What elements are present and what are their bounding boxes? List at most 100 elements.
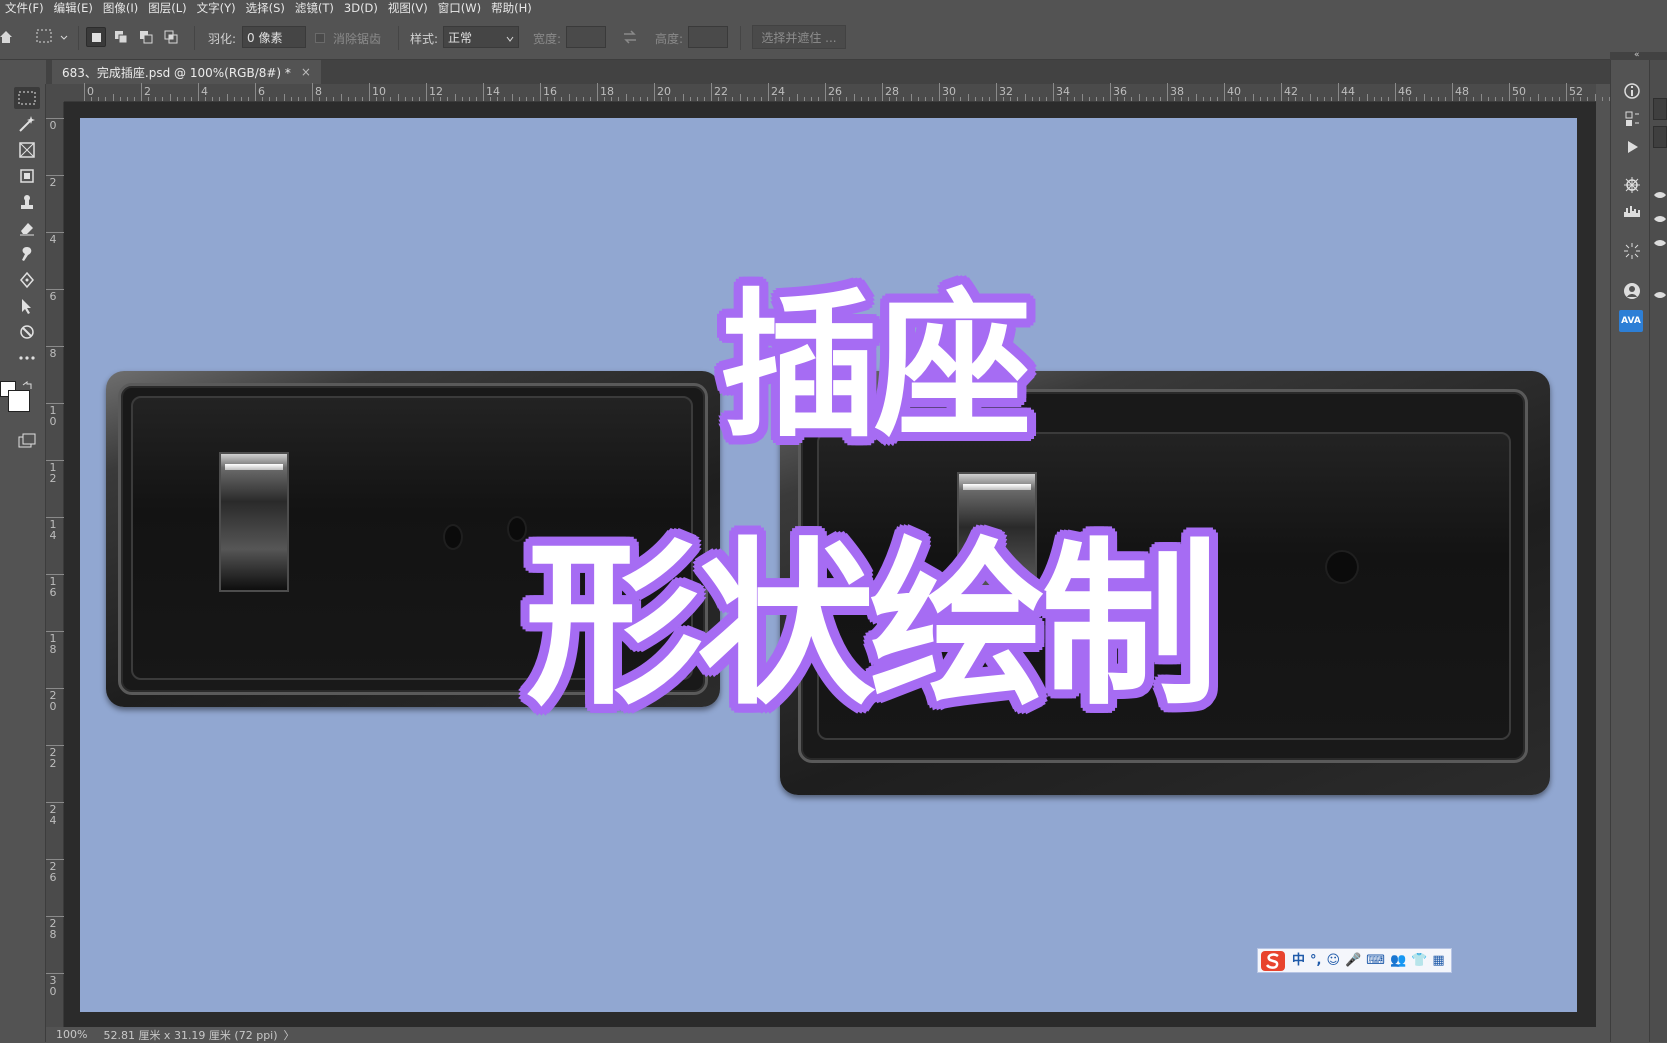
eye-icon[interactable] bbox=[1654, 288, 1666, 302]
horizontal-ruler: 0 2 4 6 8 10 12 14 16 18 20 22 24 26 28 30 32 34 36 38 40 42 4… bbox=[64, 83, 1617, 102]
status-arrow-icon[interactable]: 〉 bbox=[284, 1027, 295, 1043]
play-actions-icon[interactable] bbox=[1621, 136, 1643, 158]
info-icon[interactable] bbox=[1621, 80, 1643, 102]
ruler-minor-tick bbox=[1537, 94, 1539, 101]
feather-input[interactable]: 0 像素 bbox=[242, 26, 306, 48]
magic-wand-tool-icon[interactable] bbox=[14, 113, 40, 135]
ruler-minor-tick bbox=[611, 97, 613, 101]
keyboard-icon[interactable]: ⌨ bbox=[1366, 953, 1385, 968]
ruler-minor-tick bbox=[126, 97, 128, 101]
marquee-preset-icon[interactable] bbox=[35, 28, 71, 49]
ruler-tick bbox=[711, 83, 712, 101]
ruler-minor-tick bbox=[703, 97, 705, 101]
ruler-label: 30 bbox=[49, 974, 57, 998]
width-input[interactable] bbox=[566, 26, 606, 48]
ime-chinese-mode[interactable]: 中 bbox=[1292, 953, 1305, 968]
rectangular-marquee-tool-icon[interactable] bbox=[14, 87, 40, 109]
ruler-tick bbox=[540, 83, 541, 101]
smudge-tool-icon[interactable] bbox=[14, 243, 40, 265]
ruler-minor-tick bbox=[233, 97, 235, 101]
menu-layer[interactable]: 图层(L) bbox=[143, 0, 191, 16]
eraser-tool-icon[interactable] bbox=[14, 217, 40, 239]
navigator-icon[interactable] bbox=[1621, 174, 1643, 196]
document-tab-title: 683、完成插座.psd @ 100%(RGB/8#) * bbox=[62, 65, 291, 80]
ime-punctuation[interactable]: °, bbox=[1310, 953, 1321, 968]
document-canvas[interactable]: 插座 形状绘制 中 °, ☺ 🎤 ⌨ 👥 👕 ▦ bbox=[80, 118, 1577, 1012]
ruler-minor-tick bbox=[1131, 97, 1133, 101]
ruler-minor-tick bbox=[511, 94, 513, 101]
menu-help[interactable]: 帮助(H) bbox=[486, 0, 537, 16]
swap-icon[interactable] bbox=[622, 30, 638, 47]
subtract-selection-button[interactable] bbox=[136, 27, 156, 47]
menu-edit[interactable]: 编辑(E) bbox=[49, 0, 98, 16]
antialias-checkbox[interactable] bbox=[315, 33, 325, 43]
height-input[interactable] bbox=[688, 26, 728, 48]
rotate-view-tool-icon[interactable] bbox=[14, 321, 40, 343]
eye-icon[interactable] bbox=[1654, 236, 1666, 250]
screen-mode-icon[interactable] bbox=[14, 430, 40, 452]
add-selection-button[interactable] bbox=[111, 27, 131, 47]
pen-tool-icon[interactable] bbox=[14, 269, 40, 291]
microphone-icon[interactable]: 🎤 bbox=[1345, 953, 1361, 968]
home-icon[interactable] bbox=[0, 29, 12, 48]
ruler-minor-tick bbox=[1580, 97, 1582, 101]
ruler-minor-tick bbox=[832, 97, 834, 101]
style-select[interactable]: 正常 bbox=[443, 26, 519, 48]
menu-3d[interactable]: 3D(D) bbox=[339, 0, 383, 16]
ruler-minor-tick bbox=[896, 97, 898, 101]
ime-toolbar[interactable]: 中 °, ☺ 🎤 ⌨ 👥 👕 ▦ bbox=[1257, 948, 1452, 973]
collapse-panels-icon[interactable]: « bbox=[1634, 50, 1640, 60]
panels-edge bbox=[1650, 60, 1667, 1042]
ruler-minor-tick bbox=[1437, 97, 1439, 101]
ruler-minor-tick bbox=[618, 97, 620, 101]
ava-plugin-icon[interactable]: AVA bbox=[1619, 310, 1643, 332]
ruler-tick bbox=[46, 517, 64, 518]
ruler-minor-tick bbox=[1487, 97, 1489, 101]
menu-select[interactable]: 选择(S) bbox=[241, 0, 290, 16]
select-and-mask-button[interactable]: 选择并遮住 ... bbox=[752, 25, 846, 49]
ruler-tick bbox=[141, 83, 142, 101]
frame-picker-tool-icon[interactable] bbox=[14, 165, 40, 187]
frame-tool-icon[interactable] bbox=[14, 139, 40, 161]
clone-stamp-tool-icon[interactable] bbox=[14, 191, 40, 213]
ruler-tick bbox=[1110, 83, 1111, 101]
ruler-label: 12 bbox=[49, 461, 57, 485]
properties-icon[interactable] bbox=[1621, 108, 1643, 130]
panel-field-2[interactable] bbox=[1653, 126, 1667, 148]
grid-menu-icon[interactable]: ▦ bbox=[1432, 953, 1444, 968]
ruler-minor-tick bbox=[946, 97, 948, 101]
menu-type[interactable]: 文字(Y) bbox=[192, 0, 241, 16]
swap-colors-icon[interactable] bbox=[22, 380, 32, 394]
brush-settings-icon[interactable] bbox=[1621, 240, 1643, 262]
menu-file[interactable]: 文件(F) bbox=[0, 0, 49, 16]
ruler-minor-tick bbox=[974, 97, 976, 101]
document-tab[interactable]: 683、完成插座.psd @ 100%(RGB/8#) * × bbox=[52, 60, 321, 84]
skin-icon[interactable]: 👕 bbox=[1411, 953, 1427, 968]
histogram-icon[interactable] bbox=[1621, 200, 1643, 222]
ruler-tick bbox=[46, 346, 64, 347]
menu-filter[interactable]: 滤镜(T) bbox=[290, 0, 339, 16]
more-tools-icon[interactable] bbox=[14, 347, 40, 369]
users-icon[interactable]: 👥 bbox=[1390, 953, 1406, 968]
eye-icon[interactable] bbox=[1654, 212, 1666, 226]
zoom-level[interactable]: 100% bbox=[56, 1028, 87, 1041]
ruler-minor-tick bbox=[1174, 97, 1176, 101]
close-tab-icon[interactable]: × bbox=[301, 65, 311, 79]
ruler-minor-tick bbox=[960, 97, 962, 101]
character-style-icon[interactable] bbox=[1621, 280, 1643, 302]
path-selection-tool-icon[interactable] bbox=[14, 295, 40, 317]
ruler-minor-tick bbox=[1024, 94, 1026, 101]
ruler-minor-tick bbox=[411, 97, 413, 101]
ruler-minor-tick bbox=[1601, 97, 1603, 101]
ruler-tick bbox=[882, 83, 883, 101]
intersect-selection-button[interactable] bbox=[161, 27, 181, 47]
eye-icon[interactable] bbox=[1654, 188, 1666, 202]
menu-image[interactable]: 图像(I) bbox=[98, 0, 143, 16]
emoji-icon[interactable]: ☺ bbox=[1326, 953, 1340, 968]
menu-view[interactable]: 视图(V) bbox=[383, 0, 433, 16]
panel-field[interactable] bbox=[1653, 98, 1667, 120]
menu-window[interactable]: 窗口(W) bbox=[433, 0, 486, 16]
new-selection-button[interactable] bbox=[86, 27, 106, 47]
ruler-minor-tick bbox=[860, 97, 862, 101]
ruler-minor-tick bbox=[290, 97, 292, 101]
